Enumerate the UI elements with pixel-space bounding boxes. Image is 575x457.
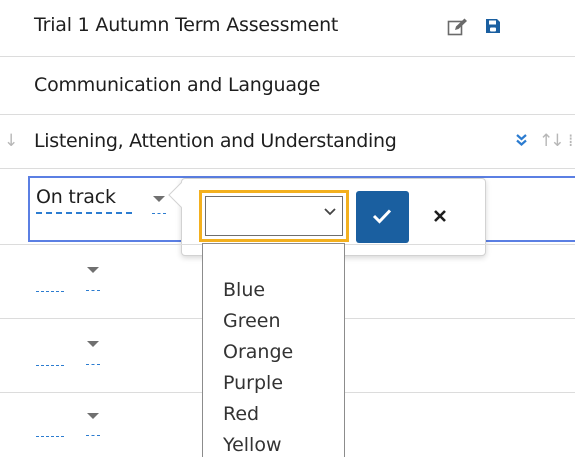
sort-icon[interactable]: ↓ xyxy=(4,131,18,151)
status-value[interactable]: On track xyxy=(36,186,116,208)
option-red[interactable]: Red xyxy=(223,403,259,425)
option-green[interactable]: Green xyxy=(223,310,281,332)
save-icon[interactable] xyxy=(484,17,502,35)
caret-underline xyxy=(86,435,100,436)
double-chevron-down-icon[interactable] xyxy=(515,133,528,147)
status-underline xyxy=(36,212,132,214)
select-field[interactable] xyxy=(205,196,343,236)
sort-arrows-icon[interactable]: ↑↓ xyxy=(539,131,564,151)
divider xyxy=(0,244,202,245)
caret-down-icon[interactable] xyxy=(87,341,99,347)
assessment-title: Trial 1 Autumn Term Assessment xyxy=(34,14,339,36)
caret-underline xyxy=(152,213,166,214)
color-select[interactable] xyxy=(199,190,349,242)
divider xyxy=(345,392,575,393)
divider xyxy=(0,318,202,319)
divider xyxy=(0,168,575,169)
divider xyxy=(345,244,575,245)
option-purple[interactable]: Purple xyxy=(223,372,283,394)
close-icon xyxy=(434,210,446,222)
confirm-button[interactable] xyxy=(356,191,409,243)
caret-underline xyxy=(86,364,100,365)
caret-down-icon[interactable] xyxy=(153,196,165,202)
subsection-title: Listening, Attention and Understanding xyxy=(34,130,397,152)
chevron-down-icon xyxy=(324,208,336,216)
divider xyxy=(0,56,575,57)
edit-icon[interactable] xyxy=(447,17,469,37)
empty-value-link[interactable] xyxy=(36,291,64,292)
empty-value-link[interactable] xyxy=(36,365,64,366)
option-blue[interactable]: Blue xyxy=(223,279,265,301)
divider xyxy=(0,392,202,393)
check-icon xyxy=(372,209,392,224)
sort-icon: ⁞ xyxy=(568,131,574,151)
divider xyxy=(345,318,575,319)
option-yellow[interactable]: Yellow xyxy=(223,434,282,456)
divider xyxy=(0,114,575,115)
section-title: Communication and Language xyxy=(34,74,321,96)
caret-down-icon[interactable] xyxy=(87,413,99,419)
caret-down-icon[interactable] xyxy=(87,267,99,273)
caret-underline xyxy=(86,290,100,291)
option-orange[interactable]: Orange xyxy=(223,341,293,363)
color-options-list: Blue Green Orange Purple Red Yellow xyxy=(202,243,345,457)
empty-value-link[interactable] xyxy=(36,436,64,437)
cancel-button[interactable] xyxy=(418,191,464,243)
